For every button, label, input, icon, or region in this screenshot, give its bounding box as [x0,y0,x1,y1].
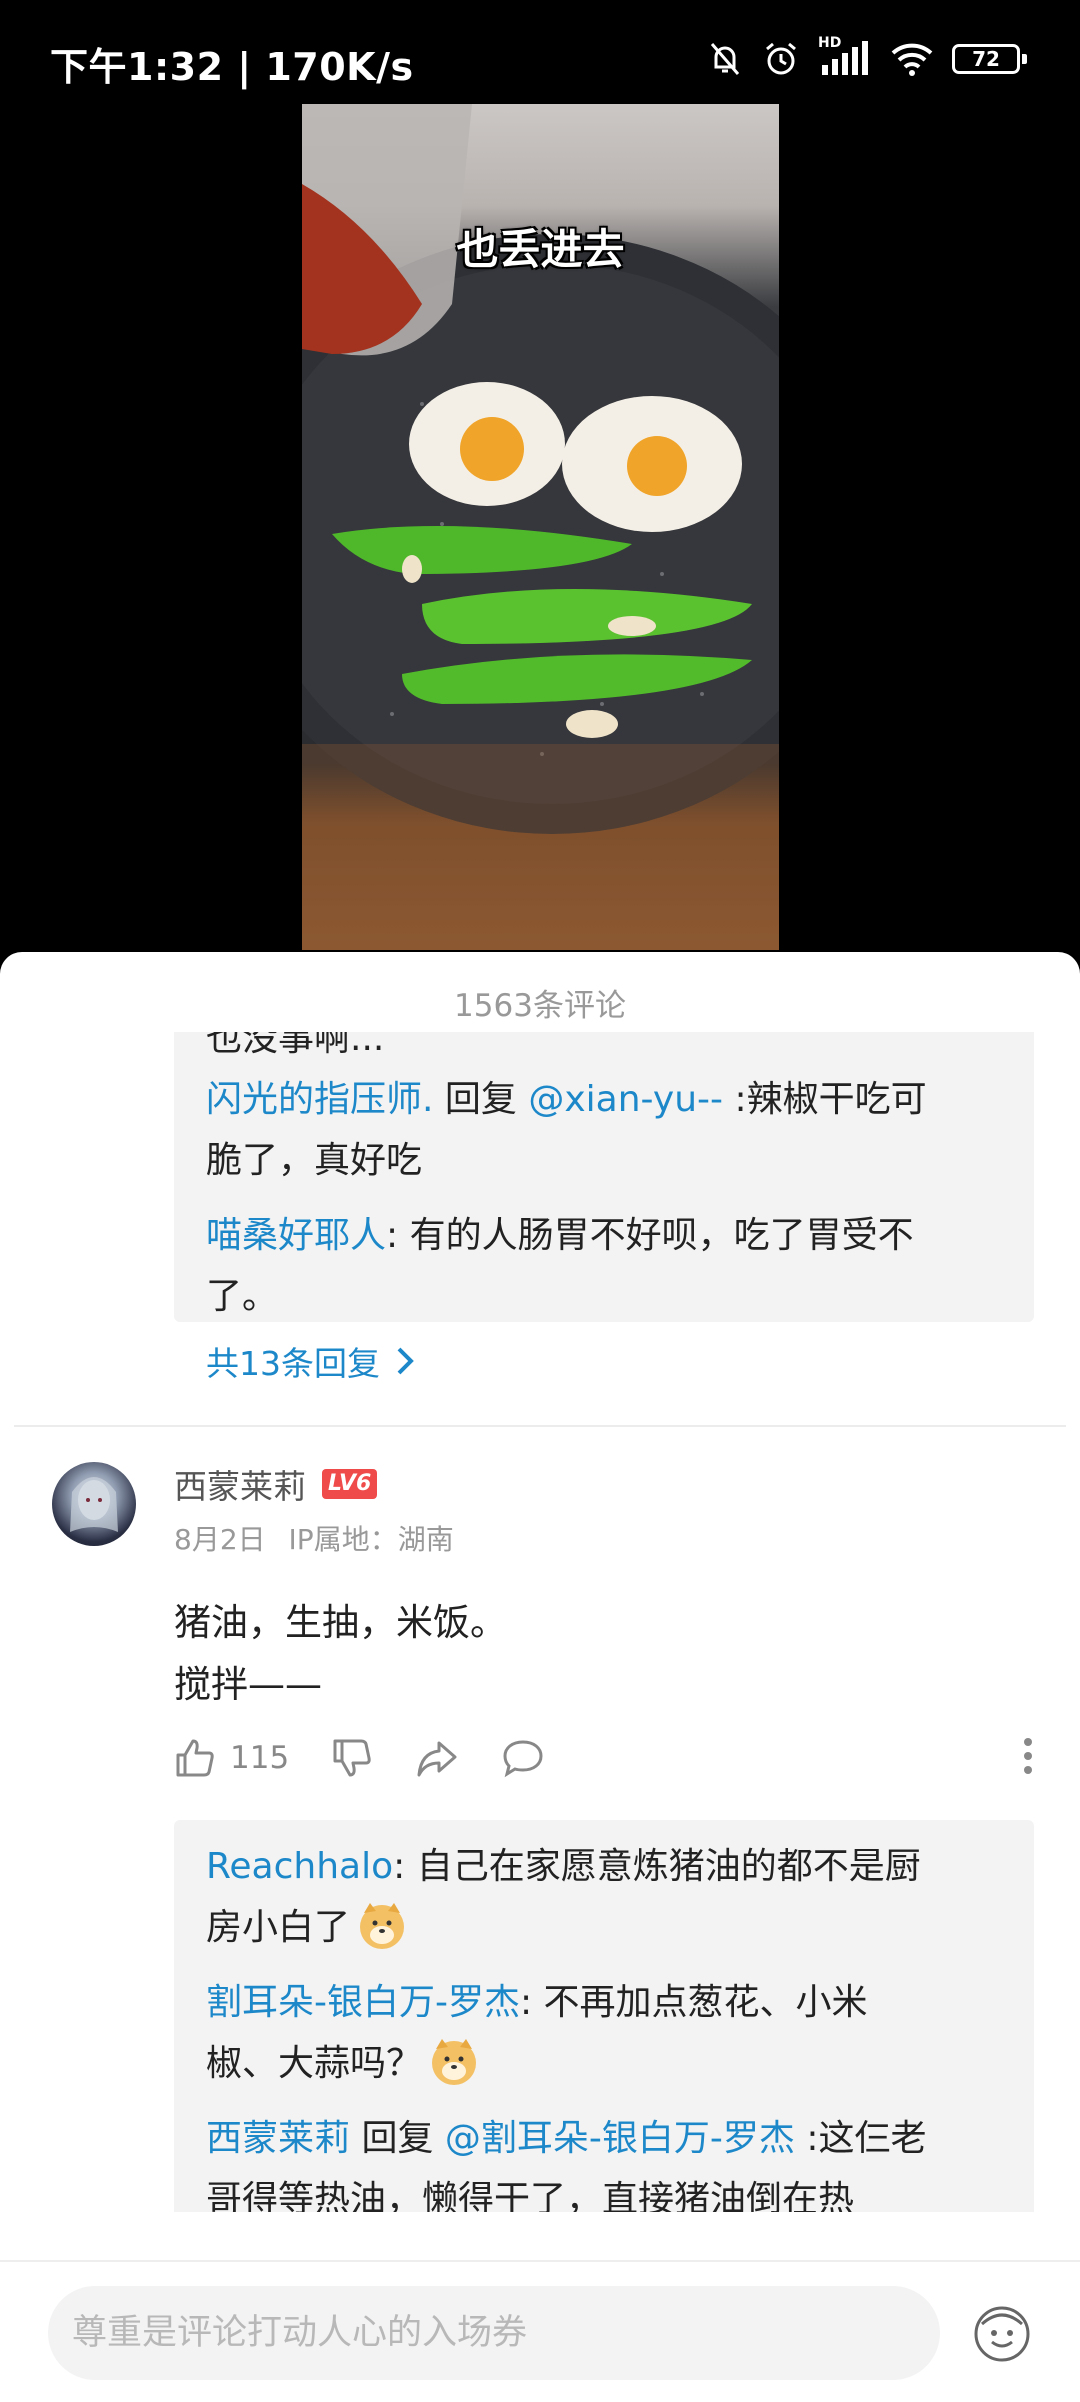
status-bar: 下午1:32 | 170K/s HD 72 [0,0,1080,100]
comment-input[interactable] [48,2286,940,2380]
reply-text: : 不再加点葱花、小米 [519,1982,868,2023]
reply-thread-box: Reachhalo: 自己在家愿意炼猪油的都不是厨 房小白了 割耳朵-银白万-罗… [174,1820,1034,2212]
comment-count-title: 1563条评论 [454,988,626,1024]
reply-username[interactable]: 闪光的指压师. [206,1079,433,1120]
divider [14,1425,1066,1427]
reply-word: 回复 [433,1079,529,1120]
status-time-speed: 下午1:32 | 170K/s [50,45,414,89]
reply-text: : 有的人肠胃不好呗，吃了胃受不 [386,1215,914,1256]
emoji-icon [974,2306,1030,2362]
like-button[interactable]: 115 [174,1737,289,1779]
reply-username[interactable]: 割耳朵-银白万-罗杰 [206,1982,520,2023]
avatar[interactable] [52,1462,136,1546]
reply-item[interactable]: 西蒙莱莉 回复 @割耳朵-银白万-罗杰 :这仨老 哥得等热油，懒得干了，直接猪油… [206,2108,1002,2212]
like-count: 115 [230,1740,290,1776]
comment-ip: IP属地：湖南 [288,1523,454,1556]
comments-list[interactable]: 也没事啊... 闪光的指压师. 回复 @xian-yu-- :辣椒干吃可 脆了，… [0,1032,1080,2212]
status-icons: HD 72 [706,35,1027,78]
reply-item[interactable]: 割耳朵-银白万-罗杰: 不再加点葱花、小米 椒、大蒜吗？ [206,1972,1002,2094]
reply-text: : 自己在家愿意炼猪油的都不是厨 [393,1846,921,1887]
reply-cut-line: 也没事啊... [206,1032,385,1059]
reply-mention[interactable]: @割耳朵-银白万-罗杰 [445,2118,795,2159]
more-replies-label: 共13条回复 [206,1344,380,1383]
reply-item[interactable]: 闪光的指压师. 回复 @xian-yu-- :辣椒干吃可 脆了，真好吃 [206,1069,1002,1191]
level-badge: LV6 [322,1469,378,1499]
dislike-button[interactable] [331,1737,373,1779]
comment-date: 8月2日 [174,1523,266,1556]
reply-text: 脆了，真好吃 [206,1140,423,1181]
comment-actions: 115 [174,1736,1034,1780]
thumbs-up-icon [176,1739,214,1777]
reply-thread-box: 也没事啊... 闪光的指压师. 回复 @xian-yu-- :辣椒干吃可 脆了，… [174,1032,1034,1383]
reply-text: 房小白了 [206,1907,351,1948]
emoji-button[interactable] [972,2304,1032,2368]
more-vertical-icon [1024,1738,1032,1774]
comment-bubble-icon [503,1740,543,1778]
comment-text[interactable]: 猪油，生抽，米饭。 搅拌—— [174,1592,507,1716]
more-options-button[interactable] [1022,1736,1034,1780]
comment-username-row: 西蒙莱莉 LV6 [174,1460,378,1508]
comment-username[interactable]: 西蒙莱莉 [174,1460,306,1508]
reply-text: 了。 [206,1276,279,1317]
reply-username[interactable]: 喵桑好耶人 [206,1215,386,1256]
reply-item[interactable]: 喵桑好耶人: 有的人肠胃不好呗，吃了胃受不 了。 [206,1205,1002,1327]
battery-icon: 72 [952,44,1027,74]
share-icon [417,1741,457,1777]
comment-input-bar [0,2260,1080,2402]
reply-text: 椒、大蒜吗？ [206,2043,423,2084]
reply-text: :这仨老 [794,2118,927,2159]
doge-emoji-icon [360,1903,405,1949]
reply-text: :辣椒干吃可 [723,1079,927,1120]
wifi-icon [891,43,933,76]
mute-bell-icon [710,43,740,75]
alarm-icon [766,42,796,75]
share-button[interactable] [415,1737,459,1779]
reply-word: 回复 [350,2118,445,2159]
more-replies-link[interactable]: 共13条回复 [206,1337,1002,1385]
video-frame[interactable]: 也丢进去 [302,104,779,950]
reply-username[interactable]: 西蒙莱莉 [206,2118,350,2159]
reply-button[interactable] [501,1737,545,1779]
comment-text-line: 搅拌—— [174,1663,322,1706]
reply-mention[interactable]: @xian-yu-- [528,1079,723,1120]
comment-text-line: 猪油，生抽，米饭。 [174,1601,507,1644]
video-player[interactable]: 也丢进去 [0,100,1080,960]
reply-item[interactable]: Reachhalo: 自己在家愿意炼猪油的都不是厨 房小白了 [206,1836,1002,1958]
thumbs-down-icon [333,1739,371,1777]
reply-username[interactable]: Reachhalo [206,1846,393,1887]
comment-meta: 8月2日 IP属地：湖南 [174,1518,454,1558]
chevron-right-icon [397,1347,414,1375]
video-caption: 也丢进去 [456,225,625,274]
doge-emoji-icon [432,2039,477,2085]
comments-sheet: 1563条评论 也没事啊... 闪光的指压师. 回复 @xian-yu-- :辣… [0,952,1080,2400]
signal-icon: HD [818,35,872,77]
reply-text: 哥得等热油，懒得干了，直接猪油倒在热 [206,2179,855,2212]
